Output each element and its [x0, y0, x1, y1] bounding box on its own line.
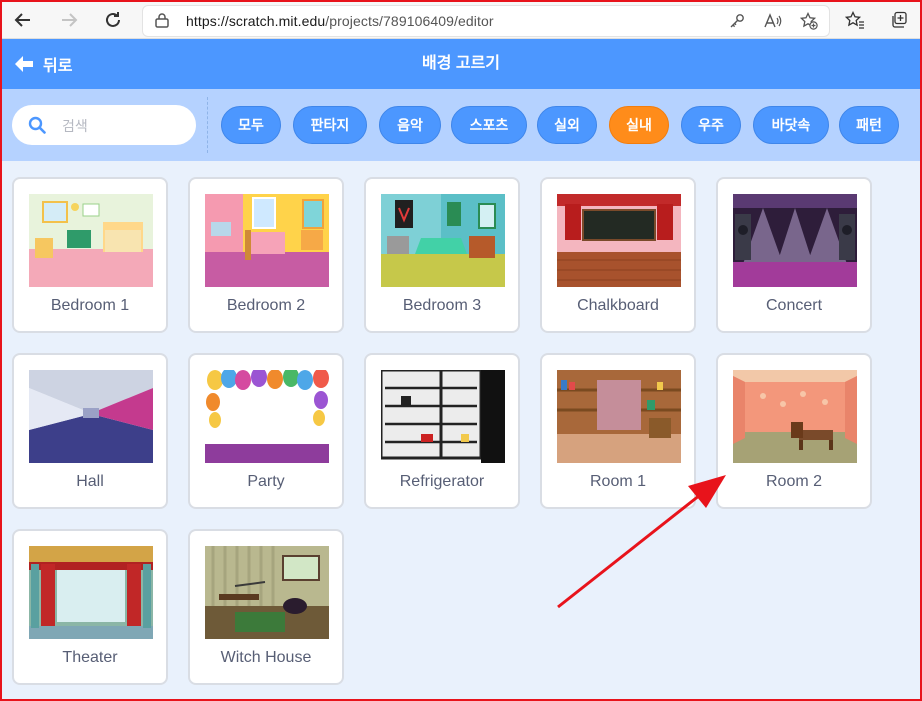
library-header: 뒤로 배경 고르기	[2, 39, 920, 89]
backdrop-witch-house[interactable]: Witch House	[188, 529, 344, 685]
backdrop-label: Room 2	[765, 473, 823, 490]
backdrop-label: Bedroom 2	[226, 297, 306, 314]
key-icon[interactable]	[727, 11, 747, 31]
tag-music[interactable]: 음악	[379, 106, 441, 144]
browser-refresh-button[interactable]	[100, 7, 126, 33]
arrow-right-icon	[62, 13, 78, 27]
arrow-left-icon	[15, 56, 33, 72]
address-bar[interactable]: https://scratch.mit.edu/projects/7891064…	[142, 5, 830, 37]
backdrop-thumbnail	[381, 194, 505, 287]
browser-forward-button[interactable]	[56, 7, 82, 33]
backdrop-label: Witch House	[220, 649, 312, 666]
tag-space[interactable]: 우주	[681, 106, 741, 144]
back-button-label: 뒤로	[43, 58, 73, 75]
backdrop-label: Chalkboard	[577, 297, 659, 314]
search-input[interactable]	[60, 105, 192, 147]
url-text: https://scratch.mit.edu/projects/7891064…	[186, 13, 494, 29]
backdrop-thumbnail	[557, 194, 681, 287]
page-title: 배경 고르기	[421, 55, 501, 72]
backdrop-room-1[interactable]: Room 1	[540, 353, 696, 509]
browser-back-button[interactable]	[10, 7, 36, 33]
arrow-left-icon	[14, 13, 30, 27]
backdrop-thumbnail	[29, 370, 153, 463]
backdrop-thumbnail	[29, 194, 153, 287]
add-favorite-icon[interactable]	[799, 11, 819, 31]
tag-fantasy[interactable]: 판타지	[293, 106, 367, 144]
tag-patterns[interactable]: 패턴	[839, 106, 899, 144]
backdrop-room-2[interactable]: Room 2	[716, 353, 872, 509]
filter-bar: 모두 판타지 음악 스포츠 실외 실내 우주 바닷속 패턴	[2, 89, 920, 161]
tag-underwater[interactable]: 바닷속	[753, 106, 829, 144]
backdrop-thumbnail	[733, 194, 857, 287]
tag-outdoors[interactable]: 실외	[537, 106, 597, 144]
backdrop-label: Party	[247, 473, 285, 490]
backdrop-thumbnail	[205, 546, 329, 639]
browser-toolbar: https://scratch.mit.edu/projects/7891064…	[2, 2, 920, 39]
backdrop-bedroom-2[interactable]: Bedroom 2	[188, 177, 344, 333]
lock-icon	[155, 13, 169, 28]
backdrop-thumbnail	[205, 370, 329, 463]
backdrop-label: Theater	[62, 649, 118, 666]
backdrop-bedroom-1[interactable]: Bedroom 1	[12, 177, 168, 333]
backdrop-bedroom-3[interactable]: Bedroom 3	[364, 177, 520, 333]
backdrop-thumbnail	[205, 194, 329, 287]
refresh-icon	[106, 12, 120, 27]
read-aloud-icon[interactable]	[763, 11, 783, 31]
search-icon	[28, 116, 46, 134]
url-path: /projects/789106409/editor	[325, 13, 494, 29]
backdrop-theater[interactable]: Theater	[12, 529, 168, 685]
tag-sports[interactable]: 스포츠	[451, 106, 527, 144]
backdrop-thumbnail	[557, 370, 681, 463]
backdrop-party[interactable]: Party	[188, 353, 344, 509]
tag-all[interactable]: 모두	[221, 106, 281, 144]
backdrop-grid: Bedroom 1 Bedroom 2 Bedroom 3 Chalkboard…	[2, 161, 920, 699]
filter-divider	[207, 97, 208, 153]
backdrop-thumbnail	[733, 370, 857, 463]
backdrop-label: Bedroom 1	[50, 297, 130, 314]
backdrop-label: Bedroom 3	[402, 297, 482, 314]
back-button[interactable]: 뒤로	[14, 39, 72, 89]
backdrop-refrigerator[interactable]: Refrigerator	[364, 353, 520, 509]
backdrop-label: Hall	[76, 473, 104, 490]
backdrop-label: Room 1	[589, 473, 647, 490]
backdrop-label: Refrigerator	[399, 473, 485, 490]
backdrop-hall[interactable]: Hall	[12, 353, 168, 509]
backdrop-thumbnail	[29, 546, 153, 639]
backdrop-thumbnail	[381, 370, 505, 463]
backdrop-label: Concert	[765, 297, 823, 314]
collections-icon[interactable]	[888, 9, 910, 31]
favorites-icon[interactable]	[844, 9, 866, 31]
backdrop-chalkboard[interactable]: Chalkboard	[540, 177, 696, 333]
backdrop-concert[interactable]: Concert	[716, 177, 872, 333]
tag-indoors[interactable]: 실내	[609, 106, 669, 144]
search-box[interactable]	[12, 105, 196, 147]
url-host: https://scratch.mit.edu	[186, 13, 326, 29]
